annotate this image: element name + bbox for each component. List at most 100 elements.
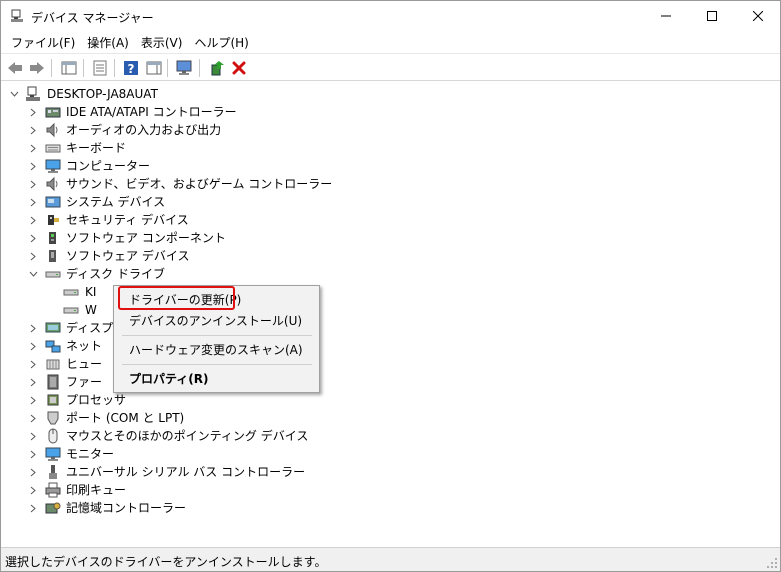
show-hide-tree-button[interactable] [59, 58, 79, 78]
tree-item-label[interactable]: IDE ATA/ATAPI コントローラー [66, 103, 237, 121]
tree-item-label[interactable]: ヒュー [66, 355, 102, 373]
update-driver-button[interactable] [207, 58, 227, 78]
tree-item-label[interactable]: ファー [66, 373, 102, 391]
storage-controller-icon [45, 502, 61, 514]
tree-item-label[interactable]: ソフトウェア デバイス [66, 247, 189, 265]
printer-icon [45, 482, 61, 498]
maximize-button[interactable] [689, 1, 735, 31]
tree-item-label[interactable]: KI [85, 283, 96, 301]
tree-item-label[interactable]: オーディオの入力および出力 [66, 121, 221, 139]
tree-item-label[interactable]: サウンド、ビデオ、およびゲーム コントローラー [66, 175, 332, 193]
device-manager-window: デバイス マネージャー ファイル(F) 操作(A) 表示(V) ヘルプ(H) ?… [0, 0, 781, 572]
tree-item-label[interactable]: ユニバーサル シリアル バス コントローラー [66, 463, 305, 481]
tree-item-label[interactable]: 記憶域コントローラー [66, 499, 186, 517]
network-icon [45, 340, 61, 353]
toolbar: ? [1, 53, 780, 81]
expand-chevron-icon[interactable] [28, 391, 38, 409]
tree-item-label[interactable]: ソフトウェア コンポーネント [66, 229, 226, 247]
tree-item-label[interactable]: キーボード [66, 139, 126, 157]
hid-icon [46, 359, 60, 370]
system-device-icon [45, 196, 61, 208]
expand-chevron-icon[interactable] [28, 427, 38, 445]
expand-chevron-icon[interactable] [28, 373, 38, 391]
expand-chevron-icon[interactable] [28, 337, 38, 355]
menu-action[interactable]: 操作(A) [81, 32, 135, 53]
tree-item-label[interactable]: W [85, 301, 97, 319]
close-button[interactable] [735, 1, 781, 31]
port-icon [47, 411, 59, 425]
expand-chevron-icon[interactable] [28, 139, 38, 157]
expand-chevron-icon[interactable] [28, 247, 38, 265]
tree-item-label[interactable]: 印刷キュー [66, 481, 126, 499]
speaker-icon [46, 122, 58, 138]
expand-chevron-icon[interactable] [28, 121, 38, 139]
ctx-scan-hardware[interactable]: ハードウェア変更のスキャン(A) [116, 339, 317, 361]
status-bar: 選択したデバイスのドライバーをアンインストールします。 [1, 547, 780, 571]
tree-item-label[interactable]: プロセッサ [66, 391, 126, 409]
properties-toolbar-button[interactable] [90, 58, 110, 78]
expand-chevron-icon[interactable] [28, 355, 38, 373]
window-title: デバイス マネージャー [31, 11, 154, 25]
computer-root-icon [26, 86, 40, 101]
collapse-chevron-icon[interactable] [9, 85, 19, 103]
forward-arrow-icon [30, 62, 44, 74]
svg-text:?: ? [128, 62, 135, 76]
tree-item-label[interactable]: セキュリティ デバイス [66, 211, 189, 229]
expand-chevron-icon[interactable] [28, 445, 38, 463]
resize-grip-icon[interactable] [766, 557, 778, 569]
expand-chevron-icon[interactable] [28, 103, 38, 121]
expand-chevron-icon[interactable] [28, 157, 38, 175]
action-pane-button[interactable] [144, 58, 164, 78]
tree-item-label[interactable]: ポート (COM と LPT) [66, 409, 184, 427]
ctx-properties[interactable]: プロパティ(R) [116, 368, 317, 390]
action-pane-icon [146, 61, 162, 75]
menu-file[interactable]: ファイル(F) [5, 32, 81, 53]
expand-chevron-icon[interactable] [28, 229, 38, 247]
title-bar: デバイス マネージャー [1, 1, 780, 31]
forward-button[interactable] [27, 58, 47, 78]
display-adapter-icon [45, 322, 61, 333]
expand-chevron-icon[interactable] [28, 175, 38, 193]
update-driver-icon [211, 61, 224, 76]
ctx-uninstall-device[interactable]: デバイスのアンインストール(U) [116, 310, 317, 332]
expand-chevron-icon[interactable] [28, 211, 38, 229]
menu-help[interactable]: ヘルプ(H) [188, 32, 254, 53]
menu-view[interactable]: 表示(V) [135, 32, 189, 53]
minimize-icon [661, 15, 671, 17]
delete-x-icon [232, 61, 246, 75]
menu-bar: ファイル(F) 操作(A) 表示(V) ヘルプ(H) [1, 31, 780, 53]
expand-chevron-icon[interactable] [28, 499, 38, 517]
tree-root-label[interactable]: DESKTOP-JA8AUAT [47, 85, 158, 103]
tree-item-label[interactable]: コンピューター [66, 157, 150, 175]
expand-chevron-icon[interactable] [28, 193, 38, 211]
uninstall-device-button[interactable] [229, 58, 249, 78]
device-manager-icon [11, 9, 23, 22]
software-device-icon [49, 250, 56, 262]
ctx-separator [122, 335, 312, 336]
properties-icon [93, 60, 107, 76]
back-button[interactable] [5, 58, 25, 78]
expand-chevron-icon[interactable] [28, 463, 38, 481]
disk-drive-icon [45, 271, 61, 278]
expand-chevron-icon[interactable] [28, 319, 38, 337]
scan-hardware-button[interactable] [175, 58, 195, 78]
tree-item-label[interactable]: システム デバイス [66, 193, 165, 211]
speaker-icon [46, 176, 58, 192]
help-button[interactable]: ? [121, 58, 141, 78]
disk-drive-icon [63, 307, 79, 314]
tree-item-label[interactable]: モニター [66, 445, 114, 463]
tree-item-label[interactable]: マウスとそのほかのポインティング デバイス [66, 427, 308, 445]
mouse-icon [48, 428, 58, 444]
update-driver-highlight [118, 286, 235, 310]
security-device-icon [48, 215, 59, 225]
tree-item-label[interactable]: ディスク ドライブ [66, 265, 165, 283]
software-component-icon [49, 232, 56, 244]
tree-item-label[interactable]: ネット [66, 337, 102, 355]
expand-chevron-icon[interactable] [28, 481, 38, 499]
expand-chevron-icon[interactable] [28, 409, 38, 427]
keyboard-icon [45, 144, 61, 153]
collapse-chevron-icon[interactable] [28, 265, 38, 283]
tree-item-label[interactable]: ディスプ [66, 319, 113, 337]
scan-monitor-icon [176, 60, 192, 75]
minimize-button[interactable] [643, 1, 689, 31]
